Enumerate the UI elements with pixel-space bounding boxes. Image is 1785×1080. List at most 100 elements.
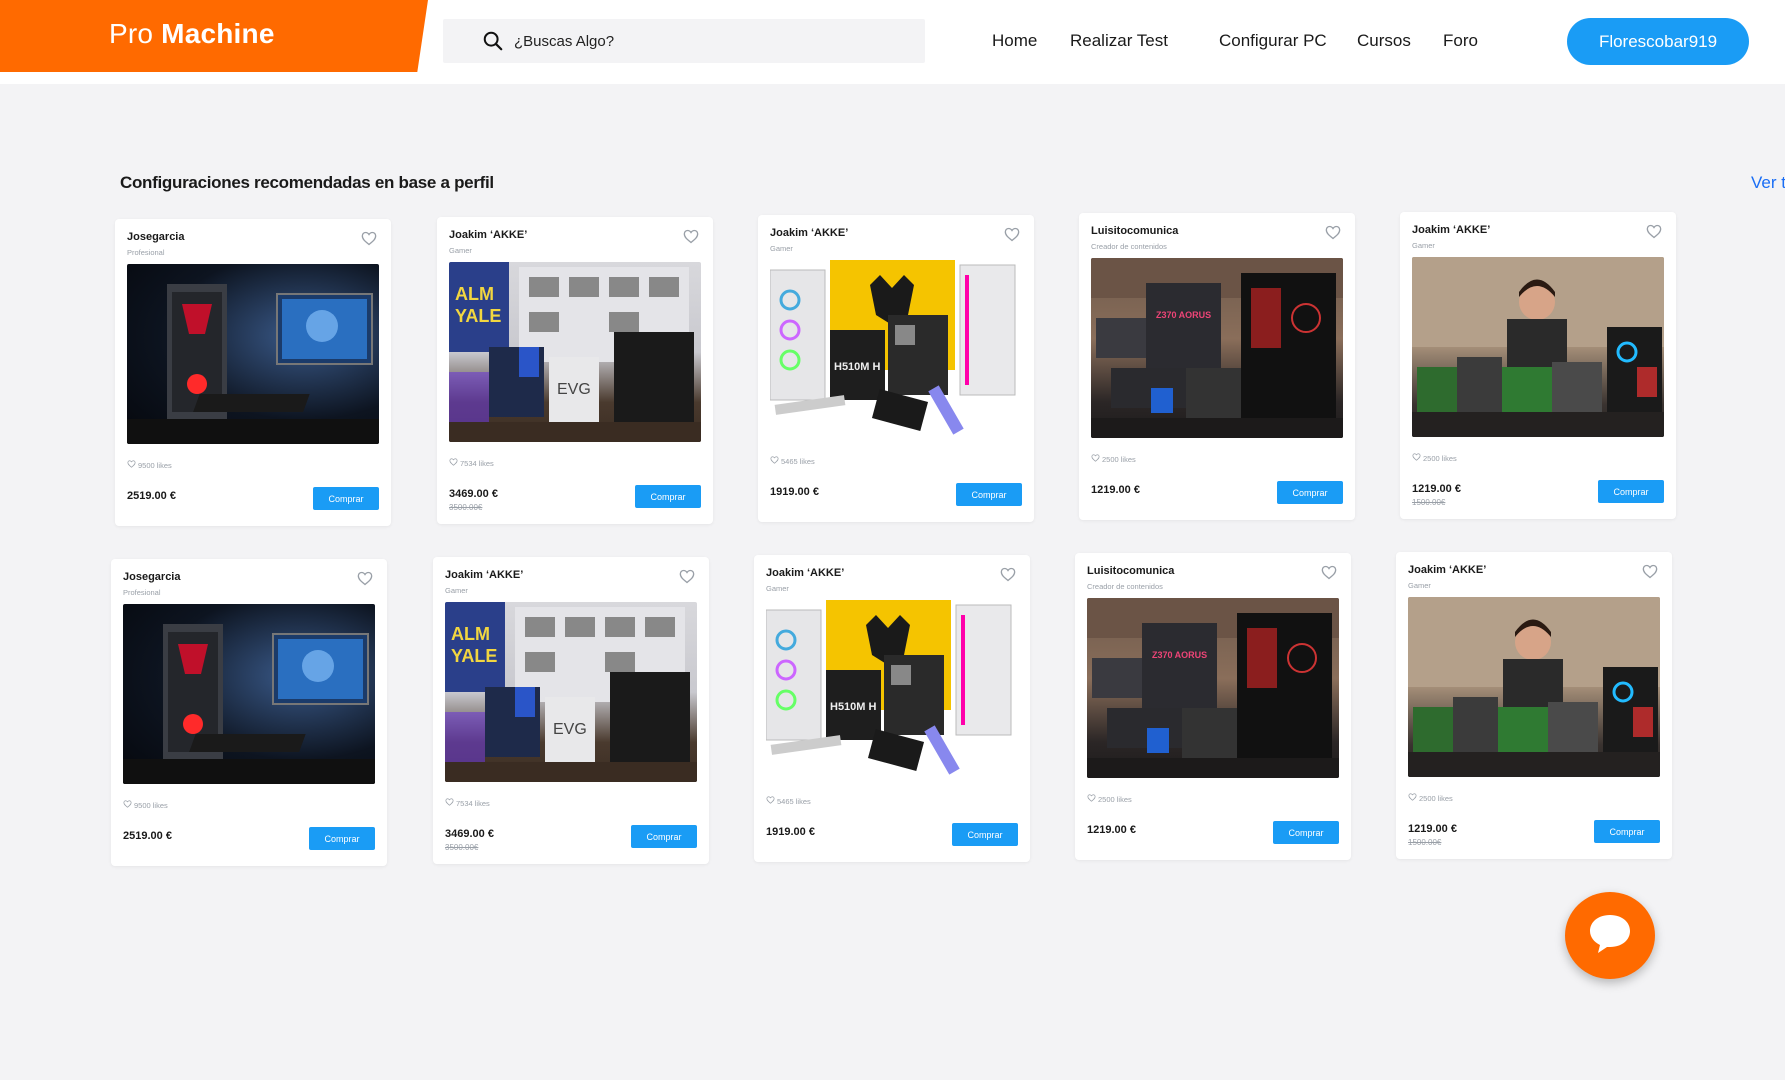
product-card[interactable]: Luisitocomunica Creador de contenidos Z370… [1075, 553, 1351, 860]
card-price: 1219.00 € [1412, 483, 1461, 495]
chat-icon [1590, 915, 1630, 953]
card-image[interactable]: H510M H [766, 600, 1018, 780]
buy-button[interactable]: Comprar [1598, 480, 1664, 503]
card-image[interactable]: H510M H [770, 260, 1022, 440]
search-bar[interactable] [443, 19, 925, 63]
likes-count: 2500 likes [1423, 453, 1457, 463]
card-old-price: 1500.00€ [1408, 838, 1442, 847]
heart-icon[interactable] [1325, 225, 1341, 240]
product-card[interactable]: Joakim ‘AKKE’ Gamer ALM YALE EVG 7534 likes 34… [437, 217, 713, 524]
card-likes: 2500 likes [1091, 454, 1136, 464]
heart-icon [766, 796, 775, 806]
search-icon[interactable] [482, 30, 504, 52]
card-likes: 9500 likes [123, 800, 168, 810]
card-author[interactable]: Josegarcia [127, 231, 184, 243]
card-price: 3469.00 € [449, 488, 498, 500]
user-account-button[interactable]: Florescobar919 [1567, 18, 1749, 65]
card-price: 1219.00 € [1091, 484, 1140, 496]
heart-icon[interactable] [357, 571, 373, 586]
likes-count: 5465 likes [781, 456, 815, 466]
svg-text:H510M H: H510M H [834, 361, 881, 373]
buy-button[interactable]: Comprar [1273, 821, 1339, 844]
product-card[interactable]: Josegarcia Profesional 9500 likes 2519.00 €… [115, 219, 391, 526]
card-role: Gamer [445, 586, 468, 595]
likes-count: 2500 likes [1098, 794, 1132, 804]
heart-icon[interactable] [361, 231, 377, 246]
buy-button[interactable]: Comprar [631, 825, 697, 848]
heart-icon[interactable] [1000, 567, 1016, 582]
card-image[interactable] [127, 264, 379, 444]
card-likes: 5465 likes [770, 456, 815, 466]
card-role: Creador de contenidos [1091, 242, 1167, 251]
card-author[interactable]: Luisitocomunica [1091, 225, 1178, 237]
buy-button[interactable]: Comprar [952, 823, 1018, 846]
product-card[interactable]: Joakim ‘AKKE’ Gamer 2500 likes 1219.00 € 150… [1400, 212, 1676, 519]
heart-icon[interactable] [1321, 565, 1337, 580]
nav-cursos[interactable]: Cursos [1357, 31, 1411, 51]
see-all-link[interactable]: Ver t [1751, 173, 1785, 193]
product-card[interactable]: Joakim ‘AKKE’ Gamer H510M H 5465 likes 1919.… [758, 215, 1034, 522]
card-author[interactable]: Luisitocomunica [1087, 565, 1174, 577]
product-card[interactable]: Joakim ‘AKKE’ Gamer ALM YALE EVG 7534 likes 34… [433, 557, 709, 864]
product-card[interactable]: Joakim ‘AKKE’ Gamer 2500 likes 1219.00 € 150… [1396, 552, 1672, 859]
svg-text:YALE: YALE [455, 306, 501, 326]
heart-icon[interactable] [679, 569, 695, 584]
card-price: 2519.00 € [127, 490, 176, 502]
nav-configurar-pc[interactable]: Configurar PC [1219, 31, 1327, 51]
nav-home[interactable]: Home [992, 31, 1037, 51]
buy-button[interactable]: Comprar [1277, 481, 1343, 504]
svg-text:EVG: EVG [557, 381, 591, 398]
chat-button[interactable] [1565, 892, 1655, 979]
buy-button[interactable]: Comprar [313, 487, 379, 510]
heart-icon[interactable] [683, 229, 699, 244]
card-price: 1219.00 € [1408, 823, 1457, 835]
card-image[interactable]: Z370 AORUS [1087, 598, 1339, 778]
buy-button[interactable]: Comprar [956, 483, 1022, 506]
card-likes: 5465 likes [766, 796, 811, 806]
buy-button[interactable]: Comprar [309, 827, 375, 850]
nav-realizar-test[interactable]: Realizar Test [1070, 31, 1168, 51]
card-author[interactable]: Joakim ‘AKKE’ [445, 569, 523, 581]
product-card[interactable]: Joakim ‘AKKE’ Gamer H510M H 5465 likes 1919.… [754, 555, 1030, 862]
card-author[interactable]: Joakim ‘AKKE’ [1412, 224, 1490, 236]
heart-icon [1087, 794, 1096, 804]
card-image[interactable]: ALM YALE EVG [445, 602, 697, 782]
likes-count: 9500 likes [134, 800, 168, 810]
card-likes: 9500 likes [127, 460, 172, 470]
logo[interactable]: Pro Machine [0, 0, 428, 72]
card-author[interactable]: Joakim ‘AKKE’ [766, 567, 844, 579]
svg-text:Z370 AORUS: Z370 AORUS [1152, 650, 1207, 660]
product-card[interactable]: Josegarcia Profesional 9500 likes 2519.00 €… [111, 559, 387, 866]
card-image[interactable]: ALM YALE EVG [449, 262, 701, 442]
card-role: Gamer [770, 244, 793, 253]
heart-icon [127, 460, 136, 470]
card-image[interactable] [123, 604, 375, 784]
card-image[interactable]: Z370 AORUS [1091, 258, 1343, 438]
logo-bold: Machine [161, 18, 275, 49]
card-role: Gamer [1412, 241, 1435, 250]
likes-count: 2500 likes [1102, 454, 1136, 464]
card-author[interactable]: Josegarcia [123, 571, 180, 583]
card-image[interactable] [1408, 597, 1660, 777]
buy-button[interactable]: Comprar [635, 485, 701, 508]
buy-button[interactable]: Comprar [1594, 820, 1660, 843]
svg-text:EVG: EVG [553, 721, 587, 738]
nav-foro[interactable]: Foro [1443, 31, 1478, 51]
card-author[interactable]: Joakim ‘AKKE’ [770, 227, 848, 239]
likes-count: 9500 likes [138, 460, 172, 470]
heart-icon[interactable] [1646, 224, 1662, 239]
likes-count: 7534 likes [456, 798, 490, 808]
card-author[interactable]: Joakim ‘AKKE’ [449, 229, 527, 241]
heart-icon[interactable] [1004, 227, 1020, 242]
card-role: Profesional [127, 248, 165, 257]
card-price: 2519.00 € [123, 830, 172, 842]
card-author[interactable]: Joakim ‘AKKE’ [1408, 564, 1486, 576]
heart-icon [1412, 453, 1421, 463]
logo-text: Pro Machine [109, 18, 275, 50]
heart-icon [770, 456, 779, 466]
heart-icon[interactable] [1642, 564, 1658, 579]
search-input[interactable] [514, 32, 894, 50]
card-image[interactable] [1412, 257, 1664, 437]
product-card[interactable]: Luisitocomunica Creador de contenidos Z370… [1079, 213, 1355, 520]
card-likes: 2500 likes [1408, 793, 1453, 803]
